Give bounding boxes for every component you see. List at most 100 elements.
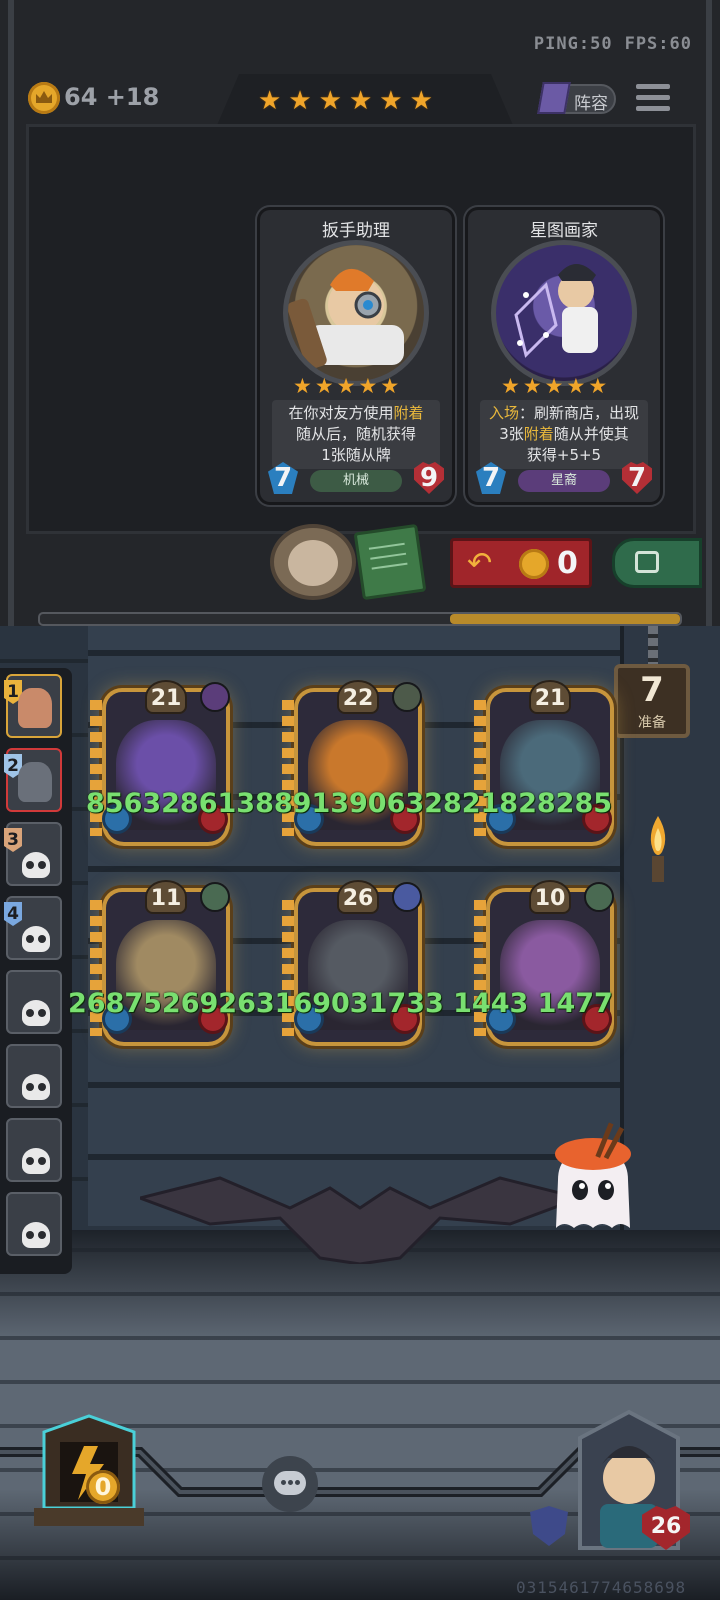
description-text: ：刷新商店，出现 xyxy=(519,404,640,422)
card-name: 扳手助理 xyxy=(322,221,390,241)
player-slot[interactable]: 4 xyxy=(4,896,62,960)
tribe-icon xyxy=(200,682,230,712)
card-portrait xyxy=(283,240,429,386)
freeze-shop-button[interactable] xyxy=(612,538,702,588)
fps-readout: FPS:60 xyxy=(624,34,692,54)
card-tribe: 星裔 xyxy=(518,470,610,492)
debug-overlay-row-2: 26875269263169031733 1443 1477 xyxy=(68,988,613,1019)
gold-coin-icon xyxy=(519,549,549,579)
debug-overlay-row-1: 8563286138891390632821828285 xyxy=(86,788,613,819)
energy-box[interactable]: 0 xyxy=(34,1412,144,1526)
eliminated-skull-icon xyxy=(22,1000,50,1026)
description-text: 随从并使其 xyxy=(553,425,629,443)
keyword-highlight: 附着 xyxy=(393,404,424,422)
card-health: 9 xyxy=(414,462,444,494)
tribe-icon xyxy=(392,882,422,912)
guide-book-icon[interactable] xyxy=(353,523,427,601)
card-health: 7 xyxy=(622,462,652,494)
keyword-highlight: 附着 xyxy=(523,425,554,443)
eliminated-skull-icon xyxy=(22,1074,50,1100)
card-star-icon: ★ xyxy=(293,374,312,398)
tier-star-icon: ★ xyxy=(409,86,433,116)
minion-level: 10 xyxy=(529,880,571,914)
card-star-icon: ★ xyxy=(566,374,586,398)
lineup-button[interactable]: 阵容 xyxy=(537,82,616,114)
card-description-line: 在你对友方使用附着 xyxy=(272,403,440,424)
tribe-icon xyxy=(392,682,422,712)
network-status: PING:50 FPS:60 xyxy=(522,34,692,54)
player-slot[interactable]: 1 xyxy=(4,674,62,738)
player-rank-badge: 3 xyxy=(4,828,22,852)
player-avatar xyxy=(18,688,52,728)
gold-amount: 64 +18 xyxy=(64,83,160,111)
card-star-icon: ★ xyxy=(501,374,520,398)
refresh-shop-button[interactable]: ↶ 0 xyxy=(450,538,592,588)
shop-card[interactable]: 星图画家 ★ ★ ★ ★ ★ 入场：刷新商店，出现 3张附着随从并使其 获得+5+5 7 星… xyxy=(468,210,660,502)
card-description-line: 随从后，随机获得 xyxy=(272,424,440,445)
card-star-icon: ★ xyxy=(380,374,400,398)
player-avatar xyxy=(18,762,52,802)
player-slot[interactable] xyxy=(6,970,62,1034)
refresh-arrow-icon: ↶ xyxy=(467,546,493,581)
card-description-line: 3张附着随从并使其 xyxy=(480,424,648,445)
card-tribe: 机械 xyxy=(310,470,402,492)
description-text: 获得+5+5 xyxy=(526,446,602,464)
tier-star-icon: ★ xyxy=(379,86,403,116)
tier-star-icon: ★ xyxy=(318,86,342,116)
tier-star-icon: ★ xyxy=(348,86,373,116)
card-stars: ★ ★ ★ ★ ★ xyxy=(501,376,607,397)
player-list: 1 2 3 4 xyxy=(0,668,72,1274)
chain xyxy=(648,626,658,666)
eliminated-skull-icon xyxy=(22,926,50,952)
chat-button[interactable] xyxy=(262,1456,318,1512)
card-star-icon: ★ xyxy=(588,374,608,398)
ready-count: 7 xyxy=(640,670,664,710)
minion-level: 26 xyxy=(337,880,379,914)
card-description-line: 1张随从牌 xyxy=(272,445,440,466)
player-slot[interactable]: 3 xyxy=(4,822,62,886)
torch-icon xyxy=(650,816,666,882)
minion-level: 21 xyxy=(529,680,571,714)
card-description: 入场：刷新商店，出现 3张附着随从并使其 获得+5+5 xyxy=(480,400,648,469)
card-description: 在你对友方使用附着 随从后，随机获得 1张随从牌 xyxy=(272,400,440,469)
description-text: 3张 xyxy=(499,425,524,443)
card-description-line: 入场：刷新商店，出现 xyxy=(480,403,648,424)
ready-label: 准备 xyxy=(638,715,666,731)
tribe-icon xyxy=(584,882,614,912)
player-slot[interactable] xyxy=(6,1118,62,1182)
card-star-icon: ★ xyxy=(522,374,542,398)
menu-icon[interactable] xyxy=(636,84,670,114)
ghost-mascot-icon xyxy=(555,1122,631,1228)
tier-star-icon: ★ xyxy=(288,86,312,116)
card-star-icon: ★ xyxy=(544,374,564,398)
minion-level: 11 xyxy=(145,880,187,914)
turn-timer-bar xyxy=(38,612,682,626)
keyword-highlight: 入场 xyxy=(488,404,519,422)
eliminated-skull-icon xyxy=(22,1148,50,1174)
lineup-button-label: 阵容 xyxy=(574,94,608,114)
card-star-icon: ★ xyxy=(358,374,378,398)
card-name: 星图画家 xyxy=(530,221,598,241)
description-text: 在你对友方使用 xyxy=(288,404,394,422)
eliminated-skull-icon xyxy=(22,852,50,878)
unlock-icon xyxy=(635,551,659,573)
energy-value: 0 xyxy=(86,1470,120,1504)
card-stars: ★ ★ ★ ★ ★ xyxy=(293,376,399,397)
description-text: 随从后，随机获得 xyxy=(295,425,416,443)
gold-coin-icon xyxy=(28,82,60,114)
ready-counter: 7 准备 xyxy=(614,664,690,738)
player-slot[interactable]: 2 xyxy=(4,748,62,812)
tavern-tier-stars: ★ ★ ★ ★ ★ ★ xyxy=(258,88,433,114)
player-slot[interactable] xyxy=(6,1192,62,1256)
ping-readout: PING:50 xyxy=(533,34,613,54)
minion-level: 21 xyxy=(145,680,187,714)
pocket-watch-icon[interactable] xyxy=(270,524,356,600)
player-rank-badge: 4 xyxy=(4,902,22,926)
tier-star-icon: ★ xyxy=(258,86,282,116)
eliminated-skull-icon xyxy=(22,1222,50,1248)
card-star-icon: ★ xyxy=(314,374,334,398)
shop-card[interactable]: 扳手助理 ★ ★ ★ ★ ★ 在你对友方使用附着 随从后，随机获得 1张随从牌 7 机械 9 xyxy=(260,210,452,502)
refresh-cost: 0 xyxy=(557,546,578,581)
player-uid: 0315461774658698 xyxy=(516,1578,687,1597)
player-slot[interactable] xyxy=(6,1044,62,1108)
